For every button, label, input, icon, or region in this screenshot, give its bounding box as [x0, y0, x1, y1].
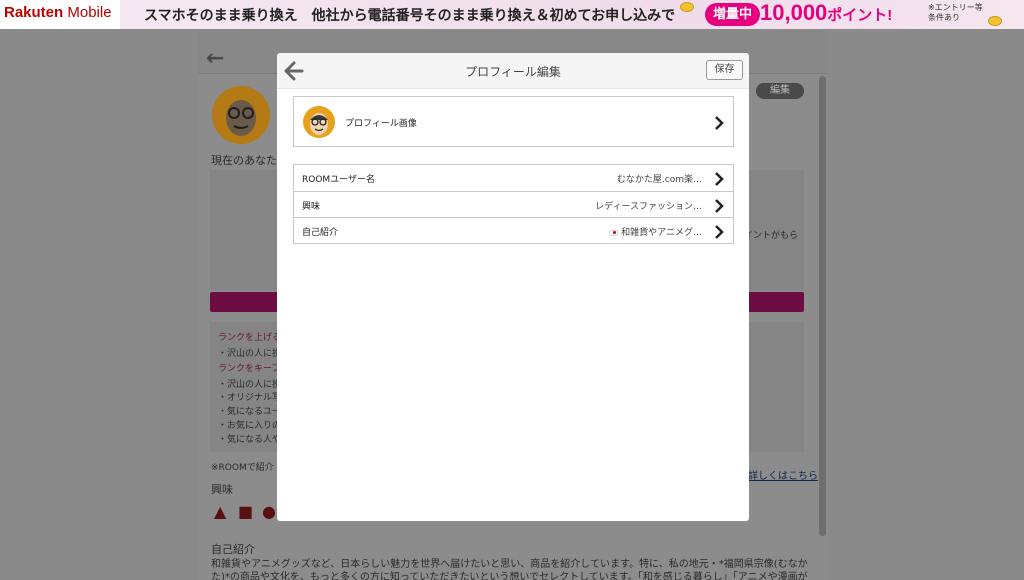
promo-note: ※エントリー等 条件あり	[928, 3, 983, 22]
promo-area: スマホそのまま乗り換え 他社から電話番号そのまま乗り換え＆初めてお申し込みで 増…	[120, 0, 1024, 29]
back-arrow-icon[interactable]: ←	[206, 46, 224, 71]
profile-image-row[interactable]: プロフィール画像	[293, 96, 734, 147]
list-item-interest[interactable]: 興味 レディースファッション…	[294, 191, 733, 217]
list-item-room-username[interactable]: ROOMユーザー名 むなかた屋.com楽…	[294, 165, 733, 191]
tip-line: ・気になるユー	[218, 407, 282, 417]
details-link[interactable]: 詳しくはこちら	[748, 467, 818, 482]
dress-icon[interactable]: ▲	[214, 502, 232, 522]
avatar	[212, 86, 270, 144]
profile-edit-dialog: プロフィール編集 保存 プロフィール画像 ROOMユーザー名 むなかた屋.com…	[277, 53, 749, 521]
field-value: むなかた屋.com楽…	[616, 175, 702, 185]
field-label: ROOMユーザー名	[302, 175, 376, 185]
field-value-with-flag: 和雑貨やアニメグ…	[609, 225, 702, 238]
avatar	[303, 106, 335, 138]
tip-line: ランクをキープ	[218, 364, 281, 374]
list-item-bio[interactable]: 自己紹介 和雑貨やアニメグ…	[294, 217, 733, 243]
tip-line: ランクを上げる	[218, 333, 282, 343]
page-scrollbar[interactable]	[819, 76, 826, 536]
promo-points: 10,000ポイント!	[760, 0, 893, 25]
bio-heading: 自己紹介	[211, 543, 255, 556]
chevron-right-icon	[714, 198, 724, 213]
tip-line: ・沢山の人に投	[218, 380, 282, 390]
dialog-title: プロフィール編集	[465, 65, 561, 79]
tip-line: ・沢山の人に投	[218, 349, 282, 359]
coin-icon	[988, 16, 1002, 26]
rank-panel-text: イントがもら	[744, 231, 799, 241]
tip-line: ・オリジナル写	[218, 393, 282, 403]
japan-flag-icon	[609, 229, 619, 236]
profile-image-label: プロフィール画像	[345, 119, 417, 129]
interest-heading: 興味	[211, 483, 233, 496]
interest-icons: ▲ ■ ●	[214, 502, 280, 524]
chevron-right-icon	[714, 224, 724, 239]
shirt-icon[interactable]: ■	[238, 502, 256, 522]
field-value: レディースファッション…	[595, 202, 702, 212]
profile-fields-list: ROOMユーザー名 むなかた屋.com楽… 興味 レディースファッション… 自己…	[293, 164, 734, 244]
dialog-header: プロフィール編集 保存	[277, 53, 749, 89]
ad-banner[interactable]: Rakuten Mobile スマホそのまま乗り換え 他社から電話番号そのまま乗…	[0, 0, 1024, 29]
edit-button[interactable]: 編集	[756, 83, 804, 99]
field-label: 自己紹介	[302, 228, 339, 238]
rakuten-mobile-logo: Rakuten Mobile	[4, 4, 112, 21]
chevron-right-icon	[714, 171, 724, 186]
promo-badge: 増量中	[705, 3, 761, 26]
field-label: 興味	[302, 202, 321, 212]
bio-text: 和雑貨やアニメグッズなど、日本らしい魅力を世界へ届けたいと思い、商品を紹介してい…	[211, 559, 808, 580]
promo-text: スマホそのまま乗り換え 他社から電話番号そのまま乗り換え＆初めてお申し込みで	[144, 8, 676, 24]
chevron-right-icon	[714, 115, 724, 130]
room-note: ※ROOMで紹介	[211, 463, 274, 473]
tip-line: ・気になる人や	[218, 435, 282, 445]
coin-icon	[680, 2, 694, 12]
tip-line: ・お気に入りの	[218, 421, 282, 431]
save-button[interactable]: 保存	[706, 60, 743, 80]
